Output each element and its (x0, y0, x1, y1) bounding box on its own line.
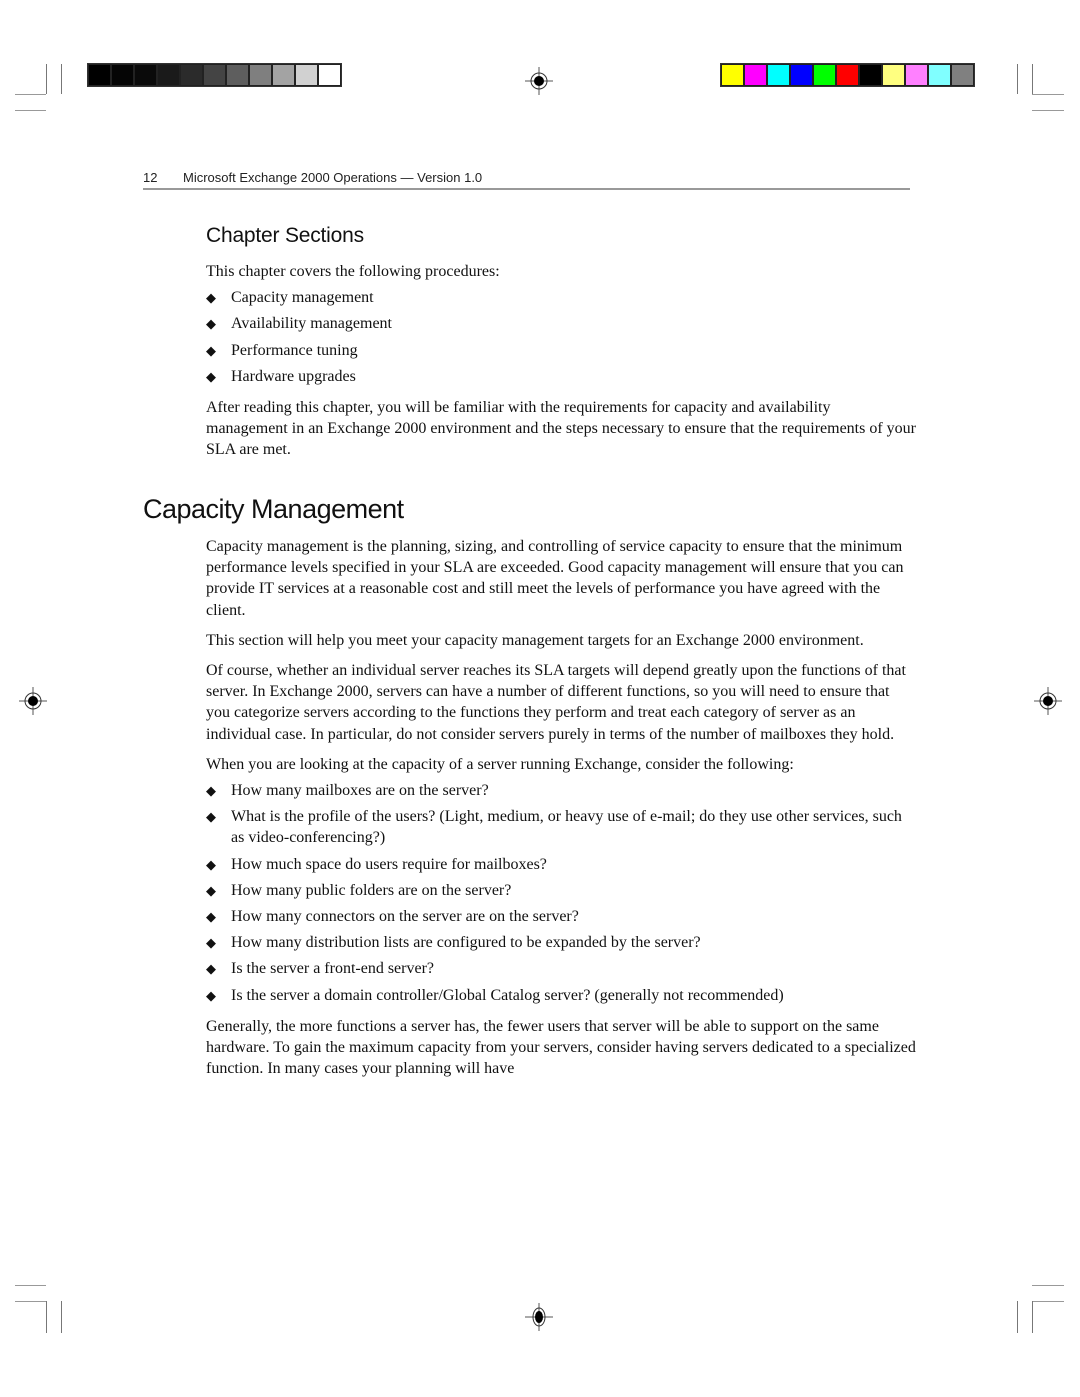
diamond-bullet-icon: ◆ (206, 368, 216, 384)
calibration-swatch (89, 65, 110, 85)
crop-mark (61, 1301, 62, 1333)
list-item-text: How many distribution lists are configur… (231, 934, 701, 952)
calibration-swatch (181, 65, 202, 85)
diamond-bullet-icon: ◆ (206, 856, 216, 872)
list-item-text: What is the profile of the users? (Light… (231, 808, 902, 847)
crop-mark (46, 1301, 47, 1333)
list-item-text: How many connectors on the server are on… (231, 908, 579, 926)
diamond-bullet-icon: ◆ (206, 987, 216, 1003)
capacity-considerations-list: ◆ How many mailboxes are on the server? ◆ W… (206, 780, 916, 1006)
calibration-swatch (158, 65, 179, 85)
diamond-bullet-icon: ◆ (206, 961, 216, 977)
crosshair-target-icon (19, 687, 47, 715)
calibration-swatch (296, 65, 317, 85)
calibration-swatch (204, 65, 225, 85)
calibration-swatch (860, 65, 881, 85)
crosshair-target-icon (1034, 687, 1062, 715)
list-item-text: Performance tuning (231, 341, 358, 359)
calibration-swatch (722, 65, 743, 85)
running-header-title: Microsoft Exchange 2000 Operations — Ver… (183, 170, 483, 185)
calibration-swatch (112, 65, 133, 85)
capacity-management-heading: Capacity Management (143, 494, 404, 524)
paragraph: Of course, whether an individual server … (206, 662, 906, 743)
color-calibration-bar (720, 63, 975, 87)
list-item-text: Capacity management (231, 289, 374, 307)
diamond-bullet-icon: ◆ (206, 290, 216, 306)
paragraph: Generally, the more functions a server h… (206, 1017, 916, 1078)
list-item: ◆ Capacity management (206, 287, 916, 308)
diamond-bullet-icon: ◆ (206, 909, 216, 925)
grayscale-calibration-bar (87, 63, 342, 87)
diamond-bullet-icon: ◆ (206, 935, 216, 951)
diamond-bullet-icon: ◆ (206, 809, 216, 825)
list-item: ◆ Is the server a front-end server? (206, 958, 916, 979)
crop-mark (15, 1301, 46, 1302)
capacity-management-body: Capacity management is the planning, siz… (206, 536, 916, 1079)
diamond-bullet-icon: ◆ (206, 882, 216, 898)
calibration-swatch (814, 65, 835, 85)
list-item-text: How many mailboxes are on the server? (231, 782, 489, 800)
list-item: ◆ How many connectors on the server are o… (206, 906, 916, 927)
paragraph: When you are looking at the capacity of … (206, 755, 794, 773)
list-item-text: Is the server a front-end server? (231, 960, 435, 978)
list-item: ◆ How many mailboxes are on the server? (206, 780, 916, 801)
crop-mark (1032, 110, 1064, 111)
chapter-sections-intro: This chapter covers the following proced… (206, 263, 500, 280)
calibration-swatch (745, 65, 766, 85)
crop-mark (1032, 64, 1033, 94)
list-item: ◆ What is the profile of the users? (Ligh… (206, 806, 916, 848)
list-item: ◆ How much space do users require for mai… (206, 854, 916, 875)
list-item: ◆ Is the server a domain controller/Globa… (206, 985, 916, 1006)
calibration-swatch (952, 65, 973, 85)
calibration-swatch (273, 65, 294, 85)
calibration-swatch (319, 65, 340, 85)
paragraph: This section will help you meet your cap… (206, 631, 864, 649)
list-item: ◆ Hardware upgrades (206, 366, 916, 387)
crop-mark (61, 64, 62, 94)
list-item-text: Is the server a domain controller/Global… (231, 986, 784, 1004)
crop-mark (15, 1285, 46, 1286)
calibration-swatch (135, 65, 156, 85)
diamond-bullet-icon: ◆ (206, 783, 216, 799)
chapter-sections-list: ◆ Capacity management ◆ Availability manage… (206, 287, 916, 387)
list-item: ◆ How many public folders are on the serv… (206, 880, 916, 901)
crop-mark (1032, 94, 1064, 95)
crop-mark (46, 64, 47, 94)
diamond-bullet-icon: ◆ (206, 342, 216, 358)
calibration-swatch (227, 65, 248, 85)
paragraph: Capacity management is the planning, siz… (206, 538, 904, 619)
calibration-swatch (906, 65, 927, 85)
list-item-text: How much space do users require for mail… (231, 855, 547, 873)
crop-mark (15, 110, 46, 111)
crosshair-target-icon (525, 1303, 553, 1331)
crop-mark (1017, 1301, 1018, 1333)
chapter-sections-heading: Chapter Sections (206, 224, 364, 247)
chapter-sections-closing: After reading this chapter, you will be … (206, 399, 916, 459)
chapter-sections-body: This chapter covers the following proced… (206, 261, 916, 461)
list-item: ◆ Performance tuning (206, 340, 916, 361)
calibration-swatch (883, 65, 904, 85)
calibration-swatch (250, 65, 271, 85)
crop-mark (15, 94, 46, 95)
list-item: ◆ Availability management (206, 313, 916, 334)
list-item-text: How many public folders are on the serve… (231, 881, 512, 899)
calibration-swatch (768, 65, 789, 85)
crosshair-target-icon (525, 67, 553, 95)
crop-mark (1032, 1301, 1033, 1333)
diamond-bullet-icon: ◆ (206, 316, 216, 332)
crop-mark (1032, 1301, 1064, 1302)
crop-mark (1032, 1285, 1064, 1286)
crop-mark (1017, 64, 1018, 94)
list-item: ◆ How many distribution lists are configu… (206, 932, 916, 953)
calibration-swatch (929, 65, 950, 85)
calibration-swatch (791, 65, 812, 85)
calibration-swatch (837, 65, 858, 85)
list-item-text: Availability management (231, 315, 392, 333)
running-header: 12 Microsoft Exchange 2000 Operations — V… (143, 170, 910, 190)
page-number: 12 (143, 170, 158, 185)
list-item-text: Hardware upgrades (231, 367, 356, 385)
